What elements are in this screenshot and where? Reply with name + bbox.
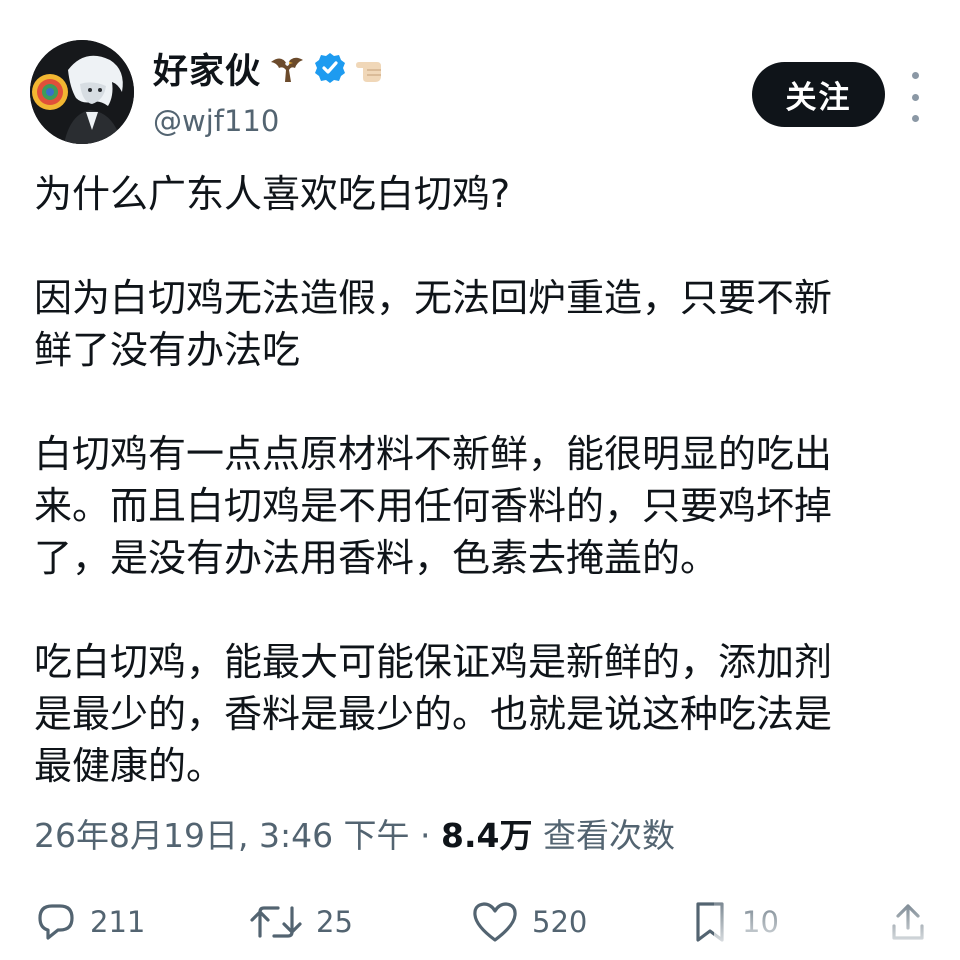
more-options-icon[interactable] <box>903 72 927 122</box>
avatar-illustration <box>30 40 134 144</box>
views-label: 查看次数 <box>532 816 676 855</box>
post-paragraph: 白切鸡有一点点原材料不新鲜，能很明显的吃出 来。而且白切鸡是不用任何香料的，只要… <box>34 432 833 580</box>
follow-button[interactable]: 关注 <box>752 62 885 127</box>
post-paragraph: 吃白切鸡，能最大可能保证鸡是新鲜的，添加剂 是最少的，香料是最少的。也就是说这种… <box>34 640 833 788</box>
more-dot <box>911 72 919 79</box>
reply-count: 211 <box>90 905 146 939</box>
reply-icon <box>38 904 74 940</box>
post-meta: 26年8月19日, 3:46 下午 · 8.4万 查看次数 <box>34 808 675 864</box>
eagle-icon <box>267 48 307 88</box>
repost-button[interactable]: 25 <box>248 900 353 944</box>
reply-button[interactable]: 211 <box>34 900 145 944</box>
post-paragraph: 因为白切鸡无法造假，无法回炉重造，只要不新 鲜了没有办法吃 <box>34 276 833 372</box>
more-dot <box>911 115 919 122</box>
display-name-row: 好家伙 <box>153 46 393 92</box>
views-count: 8.4万 <box>441 816 533 855</box>
more-dot <box>911 93 919 101</box>
post-card: 好家伙 @wjf110 关注 为什么广东人喜欢吃白切鸡? 因为白切鸡无法造假，无… <box>0 0 960 948</box>
avatar[interactable] <box>30 40 134 144</box>
post-timestamp[interactable]: 26年8月19日, 3:46 下午 <box>34 816 410 855</box>
repost-icon <box>250 906 302 938</box>
watermark-overlay <box>714 900 960 948</box>
verified-icon <box>313 51 347 85</box>
user-handle[interactable]: @wjf110 <box>153 104 279 138</box>
like-button[interactable]: 520 <box>470 900 587 944</box>
like-count: 520 <box>532 905 588 939</box>
heart-icon <box>473 902 517 942</box>
post-paragraph: 为什么广东人喜欢吃白切鸡? <box>34 172 511 216</box>
repost-count: 25 <box>316 905 353 939</box>
pointing-hand-icon <box>353 48 393 88</box>
post-body: 为什么广东人喜欢吃白切鸡? 因为白切鸡无法造假，无法回炉重造，只要不新 鲜了没有… <box>34 168 934 792</box>
display-name[interactable]: 好家伙 <box>153 43 261 94</box>
meta-separator: · <box>409 816 442 855</box>
